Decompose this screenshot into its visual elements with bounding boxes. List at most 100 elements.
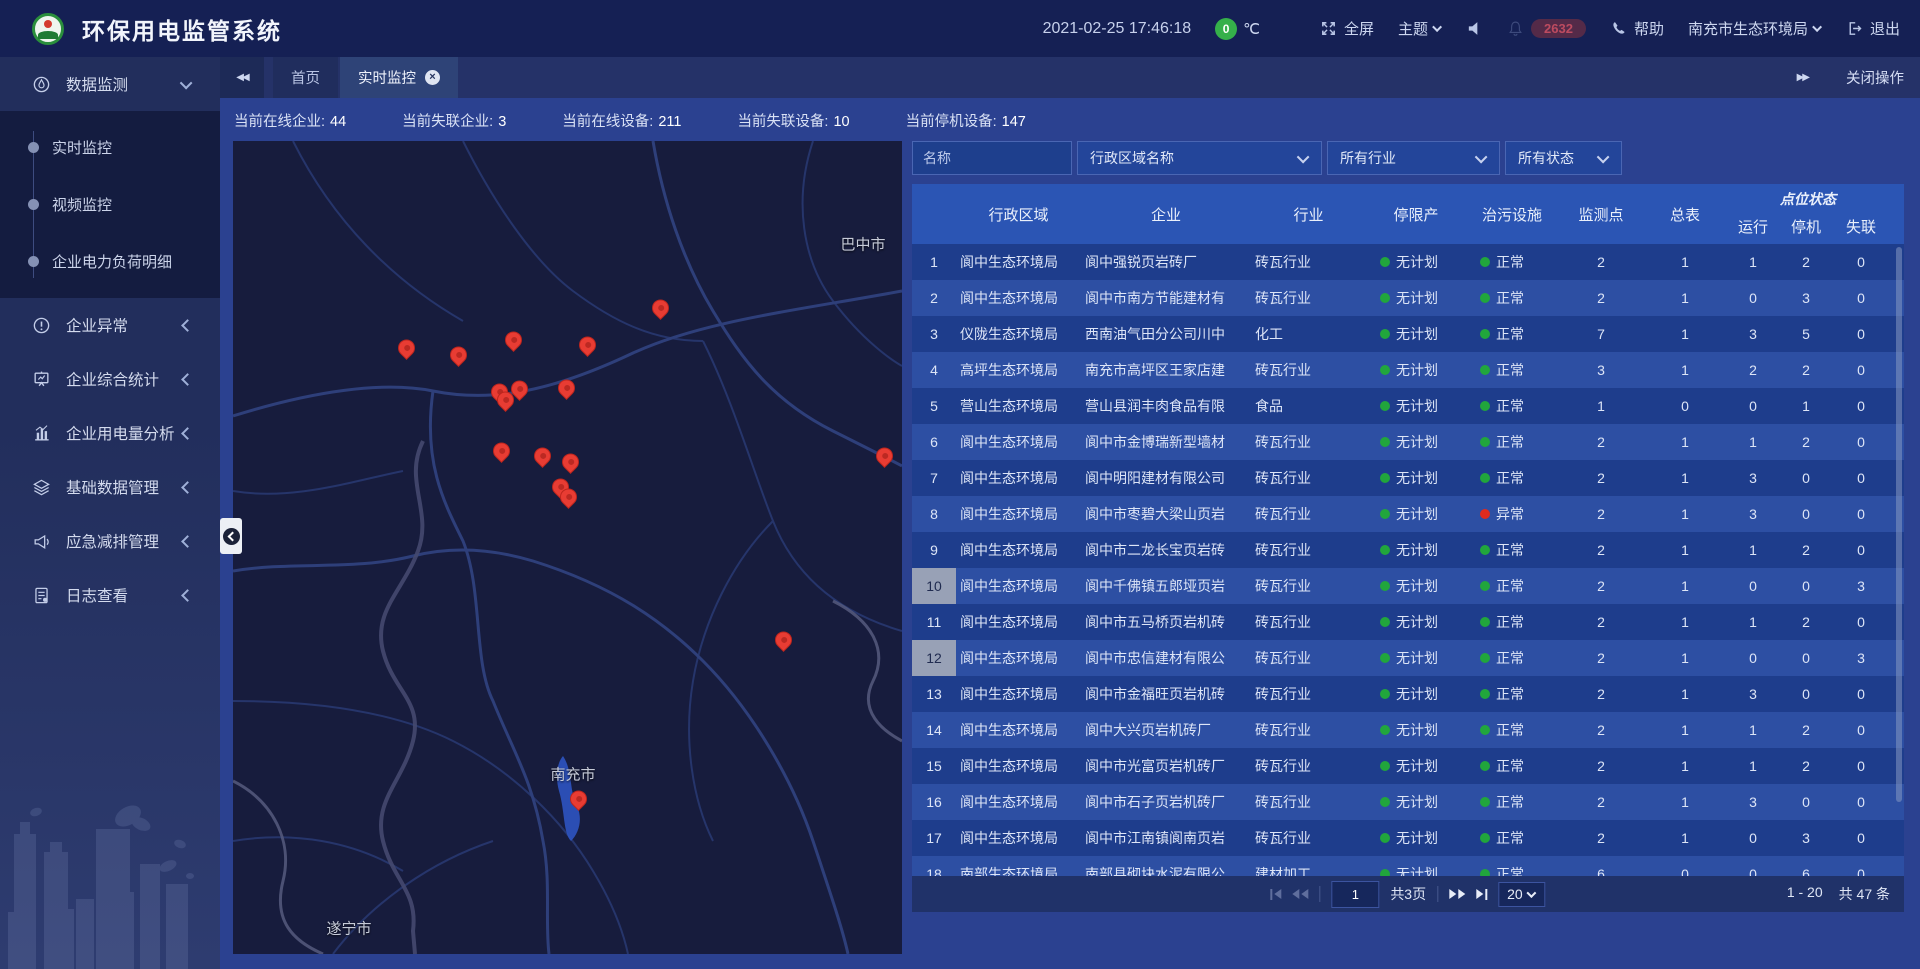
notifications-button[interactable]: 2632 (1507, 19, 1586, 38)
sidebar-item-base-data[interactable]: 基础数据管理 (0, 460, 220, 514)
tabs-scroll-left-button[interactable]: ◀◀ (220, 57, 264, 98)
cell-monitor-count: 2 (1558, 686, 1644, 702)
cell-limit-status: 无计划 (1366, 684, 1466, 704)
table-row[interactable]: 6阆中生态环境局阆中市金博瑞新型墙材砖瓦行业无计划正常21120 (912, 424, 1904, 460)
table-row[interactable]: 17阆中生态环境局阆中市江南镇阆南页岩砖瓦行业无计划正常21030 (912, 820, 1904, 856)
map-marker-pin[interactable] (450, 346, 468, 364)
tab-close-icon[interactable]: × (425, 70, 440, 85)
fullscreen-button[interactable]: 全屏 (1320, 18, 1374, 39)
table-row[interactable]: 16阆中生态环境局阆中市石子页岩机砖厂砖瓦行业无计划正常21300 (912, 784, 1904, 820)
cell-region: 阆中生态环境局 (956, 432, 1081, 452)
cell-monitor-count: 2 (1558, 542, 1644, 558)
table-row[interactable]: 3仪陇生态环境局西南油气田分公司川中化工无计划正常71350 (912, 316, 1904, 352)
sidebar-subitem[interactable]: 企业电力负荷明细 (0, 233, 220, 290)
cell-company: 南充市高坪区王家店建 (1081, 360, 1251, 380)
name-filter-input[interactable] (912, 141, 1072, 175)
organization-menu[interactable]: 南充市生态环境局 (1688, 18, 1822, 39)
cell-run-count: 3 (1726, 326, 1780, 342)
table-row[interactable]: 7阆中生态环境局阆中明阳建材有限公司砖瓦行业无计划正常21300 (912, 460, 1904, 496)
pagination-next-button[interactable] (1449, 889, 1465, 899)
sidebar-item-emergency-reduction[interactable]: 应急减排管理 (0, 514, 220, 568)
pagination-last-button[interactable] (1476, 889, 1487, 900)
cell-limit-status: 无计划 (1366, 540, 1466, 560)
table-row[interactable]: 14阆中生态环境局阆中大兴页岩机砖厂砖瓦行业无计划正常21120 (912, 712, 1904, 748)
speaker-icon (1466, 20, 1483, 37)
cell-lost-count: 0 (1832, 398, 1890, 414)
map-marker-pin[interactable] (570, 790, 588, 808)
status-dot-icon (1380, 869, 1390, 876)
help-button[interactable]: 帮助 (1610, 18, 1664, 39)
cell-region: 营山生态环境局 (956, 396, 1081, 416)
table-row[interactable]: 1阆中生态环境局阆中强锐页岩砖厂砖瓦行业无计划正常21120 (912, 244, 1904, 280)
theme-menu-button[interactable]: 主题 (1398, 18, 1442, 39)
table-row[interactable]: 18南部生态环境局南部县砌块水泥有限公建材加工无计划正常60060 (912, 856, 1904, 876)
map-canvas[interactable]: 巴中市南充市遂宁市 (233, 141, 902, 954)
map-marker-pin[interactable] (534, 447, 552, 465)
map-marker-pin[interactable] (558, 379, 576, 397)
row-index: 10 (912, 568, 956, 604)
sidebar-item-power-analysis[interactable]: 企业用电量分析 (0, 406, 220, 460)
tab-item[interactable]: 实时监控× (340, 57, 458, 98)
region-filter-select[interactable]: 行政区域名称 (1077, 141, 1322, 175)
map-marker-pin[interactable] (398, 339, 416, 357)
table-row[interactable]: 5营山生态环境局营山县润丰肉食品有限食品无计划正常10010 (912, 388, 1904, 424)
map-marker-pin[interactable] (876, 447, 894, 465)
cell-industry: 建材加工 (1251, 864, 1366, 876)
industry-filter-select[interactable]: 所有行业 (1327, 141, 1500, 175)
map-marker-pin[interactable] (560, 488, 578, 506)
temperature-value: 0 (1215, 18, 1237, 40)
map-overlay: 巴中市南充市遂宁市 (233, 141, 902, 954)
chevron-left-icon (227, 531, 237, 541)
page-number-input[interactable] (1331, 881, 1379, 908)
cell-facility-status: 正常 (1466, 648, 1558, 668)
table-row[interactable]: 12阆中生态环境局阆中市忠信建材有限公砖瓦行业无计划正常21003 (912, 640, 1904, 676)
close-operations-button[interactable]: 关闭操作 (1846, 67, 1904, 88)
row-index: 9 (912, 532, 956, 568)
status-dot-icon (1480, 869, 1490, 876)
sidebar-item-enterprise-stats[interactable]: 企业综合统计 (0, 352, 220, 406)
sidebar-item-data-monitor[interactable]: 数据监测 (0, 57, 220, 111)
tab-item[interactable]: 首页 (273, 57, 338, 98)
map-marker-pin[interactable] (652, 299, 670, 317)
table-row[interactable]: 9阆中生态环境局阆中市二龙长宝页岩砖砖瓦行业无计划正常21120 (912, 532, 1904, 568)
map-marker-pin[interactable] (511, 380, 529, 398)
map-marker-pin[interactable] (562, 453, 580, 471)
map-marker-pin[interactable] (579, 336, 597, 354)
mute-button[interactable] (1466, 20, 1483, 37)
table-row[interactable]: 11阆中生态环境局阆中市五马桥页岩机砖砖瓦行业无计划正常21120 (912, 604, 1904, 640)
cell-halt-count: 0 (1780, 794, 1832, 810)
table-row[interactable]: 2阆中生态环境局阆中市南方节能建材有砖瓦行业无计划正常21030 (912, 280, 1904, 316)
map-marker-pin[interactable] (775, 631, 793, 649)
status-dot-icon (1380, 365, 1390, 375)
cell-industry: 砖瓦行业 (1251, 828, 1366, 848)
cell-industry: 砖瓦行业 (1251, 432, 1366, 452)
status-dot-icon (1480, 473, 1490, 483)
table-row[interactable]: 8阆中生态环境局阆中市枣碧大梁山页岩砖瓦行业无计划异常21300 (912, 496, 1904, 532)
table-row[interactable]: 15阆中生态环境局阆中市光富页岩机砖厂砖瓦行业无计划正常21120 (912, 748, 1904, 784)
table-row[interactable]: 10阆中生态环境局阆中千佛镇五郎垭页岩砖瓦行业无计划正常21003 (912, 568, 1904, 604)
sidebar-subitem[interactable]: 视频监控 (0, 176, 220, 233)
map-marker-pin[interactable] (493, 442, 511, 460)
cell-meter-count: 1 (1644, 758, 1726, 774)
sidebar-subitem[interactable]: 实时监控 (0, 119, 220, 176)
cell-region: 阆中生态环境局 (956, 648, 1081, 668)
chevron-down-icon (1597, 150, 1610, 163)
pagination-first-button[interactable] (1270, 889, 1281, 900)
cell-halt-count: 5 (1780, 326, 1832, 342)
sidebar-collapse-button[interactable] (220, 518, 242, 554)
map-marker-pin[interactable] (505, 331, 523, 349)
table-row[interactable]: 13阆中生态环境局阆中市金福旺页岩机砖砖瓦行业无计划正常21300 (912, 676, 1904, 712)
sidebar-item-enterprise-abnormal[interactable]: 企业异常 (0, 298, 220, 352)
col-region: 行政区域 (988, 204, 1048, 225)
table-scrollbar[interactable] (1896, 247, 1902, 802)
tabs-scroll-right-button[interactable]: ▶▶ (1797, 72, 1808, 83)
logout-button[interactable]: 退出 (1846, 18, 1900, 39)
fullscreen-icon (1320, 20, 1337, 37)
pagination-prev-button[interactable] (1292, 889, 1308, 899)
cell-meter-count: 1 (1644, 290, 1726, 306)
table-row[interactable]: 4高坪生态环境局南充市高坪区王家店建砖瓦行业无计划正常31220 (912, 352, 1904, 388)
cell-monitor-count: 2 (1558, 290, 1644, 306)
sidebar-item-log-view[interactable]: 日志查看 (0, 568, 220, 622)
page-size-select[interactable]: 20 (1498, 882, 1546, 907)
status-filter-select[interactable]: 所有状态 (1505, 141, 1622, 175)
